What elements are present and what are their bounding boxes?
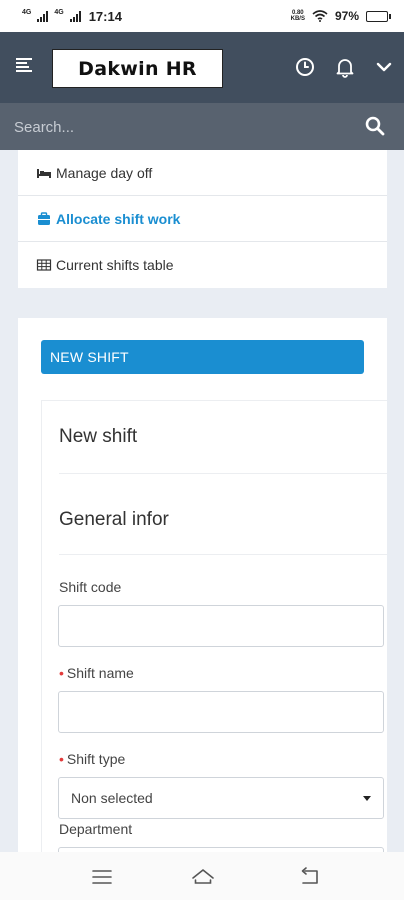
menu-item-manage-day-off[interactable]: Manage day off [18, 150, 387, 196]
hamburger-menu-icon[interactable] [16, 58, 32, 74]
divider [59, 554, 387, 555]
menu-item-label: Manage day off [56, 164, 153, 181]
menu-item-current-shifts-table[interactable]: Current shifts table [18, 242, 387, 288]
required-marker: • [59, 665, 64, 681]
shift-menu-card: Manage day off Allocate shift work Curre… [18, 150, 387, 288]
signal-icon [37, 10, 49, 22]
wifi-icon [312, 10, 328, 22]
menu-item-label: Current shifts table [56, 257, 174, 273]
form-title: New shift [59, 426, 138, 447]
divider [59, 473, 387, 474]
briefcase-icon [38, 211, 50, 225]
section-title-general-info: General infor [59, 509, 169, 530]
network-type-2: 4G [54, 8, 64, 16]
menu-item-label: Allocate shift work [56, 210, 181, 227]
new-shift-tab[interactable]: NEW SHIFT [41, 340, 364, 374]
shift-type-label: • Shift type [59, 751, 125, 767]
shift-name-label: • Shift name [59, 665, 134, 681]
new-shift-form-card: NEW SHIFT New shift General infor Shift … [18, 318, 387, 858]
status-bar: 4G 4G 17:14 0.80 KB/S 97% [0, 0, 404, 32]
network-type-1: 4G [22, 8, 32, 16]
network-speed: 0.80 KB/S [291, 10, 305, 22]
clock-time: 17:14 [88, 8, 122, 24]
search-bar [0, 103, 404, 150]
shift-name-label-text: Shift name [66, 665, 134, 681]
bed-icon [37, 168, 51, 178]
bell-icon[interactable] [334, 56, 356, 78]
search-icon[interactable] [364, 115, 386, 137]
shift-type-select[interactable]: Non selected [58, 777, 384, 819]
shift-code-label-text: Shift code [59, 579, 122, 595]
status-left: 4G 4G 17:14 [22, 9, 122, 24]
shift-code-label: Shift code [59, 579, 121, 595]
caret-down-icon [363, 795, 371, 801]
shift-type-selected-value: Non selected [71, 790, 153, 806]
shift-type-label-text: Shift type [66, 751, 126, 767]
chevron-down-icon[interactable] [373, 56, 395, 78]
shift-code-input[interactable] [58, 605, 384, 647]
app-header: Dakwin HR [0, 32, 404, 103]
history-clock-icon[interactable] [294, 56, 316, 78]
shift-name-input[interactable] [58, 691, 384, 733]
app-logo: Dakwin HR [52, 49, 223, 88]
signal-icon-2 [69, 10, 81, 22]
status-right: 0.80 KB/S 97% [291, 9, 391, 23]
table-icon [36, 259, 52, 271]
home-icon[interactable] [191, 866, 215, 888]
department-label: Department [59, 821, 132, 837]
battery-percent: 97% [334, 9, 359, 23]
form-panel: New shift General infor Shift code • Shif… [41, 400, 387, 858]
menu-item-allocate-shift-work[interactable]: Allocate shift work [18, 196, 387, 242]
department-label-text: Department [59, 821, 133, 837]
battery-icon [366, 10, 391, 22]
search-input[interactable] [14, 114, 344, 140]
back-icon[interactable] [298, 866, 322, 888]
speed-unit: KB/S [290, 16, 305, 22]
required-marker: • [59, 751, 64, 767]
system-nav-bar [0, 852, 404, 900]
recent-apps-icon[interactable] [90, 866, 114, 888]
